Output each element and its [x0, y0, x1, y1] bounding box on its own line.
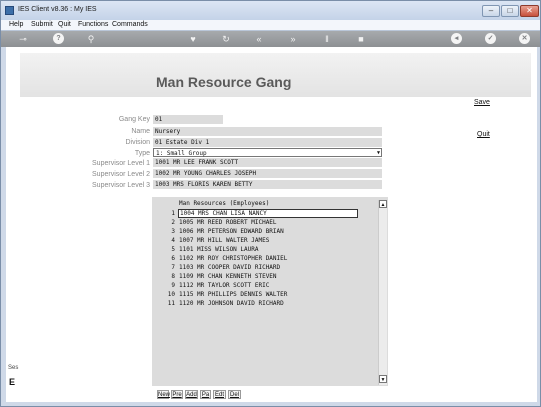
supervisor-2-field[interactable]: 1002 MR YOUNG CHARLES JOSEPH	[153, 169, 382, 178]
row-text[interactable]: 1115 MR PHILLIPS DENNIS WALTER	[178, 290, 358, 299]
row-text[interactable]: 1102 MR ROY CHRISTOPHER DANIEL	[178, 254, 358, 263]
scroll-up-icon[interactable]: ▲	[379, 200, 387, 208]
name-label: Name	[131, 128, 150, 135]
menu-submit[interactable]: Submit	[31, 21, 53, 28]
menu-functions[interactable]: Functions	[78, 21, 108, 28]
row-text[interactable]: 1109 MR CHAN KENNETH STEVEN	[178, 272, 358, 281]
employees-list-header: Man Resources (Employees)	[179, 200, 270, 207]
confirm-icon[interactable]: ✓	[485, 33, 496, 44]
refresh-icon[interactable]: ↻	[220, 33, 232, 45]
row-number: 5	[171, 246, 175, 253]
employees-list: Man Resources (Employees) 1 1004 MRS CHA…	[152, 197, 388, 386]
row-number: 3	[171, 228, 175, 235]
row-number: 8	[171, 273, 175, 280]
add-button[interactable]: Add	[185, 390, 198, 399]
menu-quit[interactable]: Quit	[58, 21, 71, 28]
row-number: 1	[171, 210, 175, 217]
row-number: 9	[171, 282, 175, 289]
list-item[interactable]: 10 1115 MR PHILLIPS DENNIS WALTER	[152, 290, 358, 299]
fast-forward-icon[interactable]: »	[287, 33, 299, 45]
edit-button[interactable]: Edt	[213, 390, 226, 399]
list-item[interactable]: 9 1112 MR TAYLOR SCOTT ERIC	[152, 281, 358, 290]
save-link[interactable]: Save	[474, 99, 490, 106]
gang-key-label: Gang Key	[118, 116, 150, 123]
list-item[interactable]: 5 1101 MISS WILSON LAURA	[152, 245, 358, 254]
menu-help[interactable]: Help	[9, 21, 23, 28]
row-text[interactable]: 1112 MR TAYLOR SCOTT ERIC	[178, 281, 358, 290]
supervisor-3-field[interactable]: 1003 MRS FLORIS KAREN BETTY	[153, 180, 382, 189]
row-text[interactable]: 1006 MR PETERSON EDWARD BRIAN	[178, 227, 358, 236]
list-item[interactable]: 1 1004 MRS CHAN LISA NANCY	[152, 209, 358, 218]
help-icon[interactable]: ?	[53, 33, 64, 44]
title-bar: IES Client v8.36 : My IES – □ ✕	[1, 1, 540, 20]
row-number: 7	[171, 264, 175, 271]
list-scrollbar[interactable]: ▲ ▼	[378, 200, 387, 385]
menu-bar: Help Submit Quit Functions Commands	[1, 20, 540, 31]
type-select[interactable]: 1: Small Group ▼	[153, 148, 382, 157]
row-text[interactable]: 1120 MR JOHNSON DAVID RICHARD	[178, 299, 358, 308]
row-text[interactable]: 1101 MISS WILSON LAURA	[178, 245, 358, 254]
division-field[interactable]: 01 Estate Div 1	[153, 138, 382, 147]
rewind-icon[interactable]: «	[253, 33, 265, 45]
pause-icon[interactable]: ‖	[321, 33, 333, 45]
close-window-button[interactable]: ✕	[520, 5, 539, 17]
heart-icon[interactable]: ♥	[187, 33, 199, 45]
paste-button[interactable]: Pa	[200, 390, 211, 399]
app-icon	[5, 6, 14, 15]
scroll-down-icon[interactable]: ▼	[379, 375, 387, 383]
list-item[interactable]: 11 1120 MR JOHNSON DAVID RICHARD	[152, 299, 358, 308]
search-icon[interactable]: ⚲	[85, 33, 97, 45]
app-window: IES Client v8.36 : My IES – □ ✕ Help Sub…	[0, 0, 541, 407]
type-label: Type	[134, 150, 150, 157]
division-label: Division	[125, 139, 150, 146]
row-number: 2	[171, 219, 175, 226]
gang-key-field[interactable]: 01	[153, 115, 223, 124]
side-panel-label: Ses	[8, 365, 19, 371]
name-field[interactable]: Nursery	[153, 127, 382, 136]
delete-button[interactable]: Del	[228, 390, 241, 399]
row-text[interactable]: 1005 MR REED ROBERT MICHAEL	[178, 218, 358, 227]
row-number: 4	[171, 237, 175, 244]
list-item[interactable]: 6 1102 MR ROY CHRISTOPHER DANIEL	[152, 254, 358, 263]
toolbar: ⊸ ? ⚲ ♥ ↻ « » ‖ ■ ◂ ✓ ✕	[1, 31, 540, 47]
supervisor-1-label: Supervisor Level 1	[92, 160, 150, 167]
list-item[interactable]: 2 1005 MR REED ROBERT MICHAEL	[152, 218, 358, 227]
window-title: IES Client v8.36 : My IES	[18, 6, 97, 13]
previous-button[interactable]: Pre	[171, 390, 183, 399]
row-text[interactable]: 1007 MR HILL WALTER JAMES	[178, 236, 358, 245]
supervisor-1-field[interactable]: 1001 MR LEE FRANK SCOTT	[153, 158, 382, 167]
new-button[interactable]: New	[157, 390, 170, 399]
row-text[interactable]: 1103 MR COOPER DAVID RICHARD	[178, 263, 358, 272]
stop-icon[interactable]: ■	[355, 33, 367, 45]
page-title: Man Resource Gang	[156, 74, 292, 90]
cancel-icon[interactable]: ✕	[519, 33, 530, 44]
row-text[interactable]: 1004 MRS CHAN LISA NANCY	[178, 209, 358, 218]
key-icon[interactable]: ⊸	[13, 33, 33, 45]
list-item[interactable]: 4 1007 MR HILL WALTER JAMES	[152, 236, 358, 245]
list-item[interactable]: 7 1103 MR COOPER DAVID RICHARD	[152, 263, 358, 272]
row-number: 10	[167, 291, 175, 298]
quit-link[interactable]: Quit	[477, 131, 490, 138]
maximize-button[interactable]: □	[501, 5, 519, 17]
chevron-down-icon[interactable]: ▼	[377, 149, 380, 157]
list-item[interactable]: 3 1006 MR PETERSON EDWARD BRIAN	[152, 227, 358, 236]
supervisor-2-label: Supervisor Level 2	[92, 171, 150, 178]
back-icon[interactable]: ◂	[451, 33, 462, 44]
row-number: 11	[167, 300, 175, 307]
supervisor-3-label: Supervisor Level 3	[92, 182, 150, 189]
minimize-button[interactable]: –	[482, 5, 500, 17]
side-panel-letter: E	[9, 377, 16, 387]
main-content: Man Resource Gang Save Quit Gang Key 01 …	[6, 47, 537, 402]
row-number: 6	[171, 255, 175, 262]
menu-commands[interactable]: Commands	[112, 21, 148, 28]
list-item[interactable]: 8 1109 MR CHAN KENNETH STEVEN	[152, 272, 358, 281]
type-select-value: 1: Small Group	[156, 150, 207, 157]
